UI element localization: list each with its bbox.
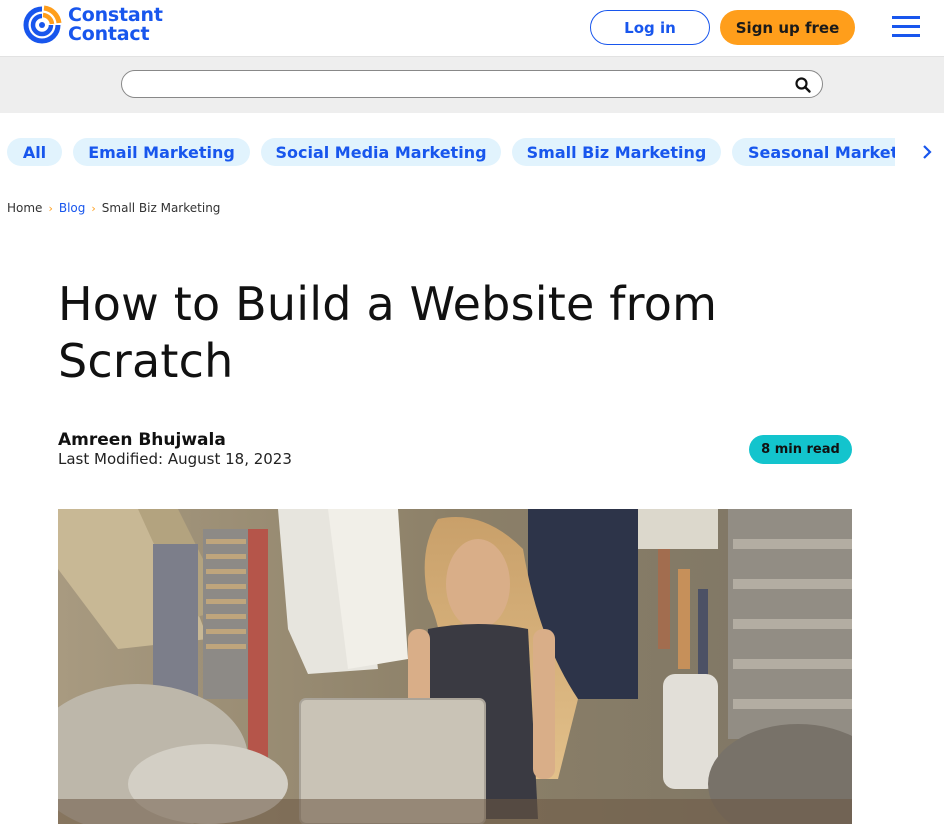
category-nav: All Email Marketing Social Media Marketi…	[0, 138, 944, 166]
category-pill-social-media-marketing[interactable]: Social Media Marketing	[261, 138, 501, 166]
breadcrumb-blog[interactable]: Blog	[59, 201, 86, 215]
breadcrumb-separator-icon: ›	[48, 201, 53, 215]
breadcrumb-separator-icon: ›	[91, 201, 96, 215]
site-header: Constant Contact Log in Sign up free	[0, 0, 944, 57]
hero-image	[58, 509, 852, 824]
category-pill-small-biz-marketing[interactable]: Small Biz Marketing	[512, 138, 721, 166]
read-time-badge: 8 min read	[749, 435, 852, 464]
login-button[interactable]: Log in	[590, 10, 710, 45]
category-pill-seasonal-marketing[interactable]: Seasonal Marketing	[732, 138, 895, 166]
brand-logo[interactable]: Constant Contact	[22, 3, 163, 47]
search-band	[0, 57, 944, 113]
search-icon[interactable]	[794, 76, 812, 94]
category-pill-email-marketing[interactable]: Email Marketing	[73, 138, 250, 166]
breadcrumb-current: Small Biz Marketing	[101, 201, 221, 215]
chevron-right-icon[interactable]	[918, 142, 936, 162]
brand-name: Constant Contact	[68, 6, 163, 44]
breadcrumb-home[interactable]: Home	[7, 201, 42, 215]
menu-bar	[892, 34, 920, 37]
article-title: How to Build a Website from Scratch	[58, 277, 718, 388]
breadcrumb: Home › Blog › Small Biz Marketing	[7, 199, 220, 217]
constant-contact-logo-icon	[23, 5, 62, 44]
search-box[interactable]	[121, 70, 823, 98]
last-modified: Last Modified: August 18, 2023	[58, 450, 292, 468]
category-track: All Email Marketing Social Media Marketi…	[0, 138, 895, 166]
search-input[interactable]	[134, 73, 784, 95]
menu-bar	[892, 25, 920, 28]
menu-bar	[892, 16, 920, 19]
category-pill-all[interactable]: All	[7, 138, 62, 166]
hero-illustration	[58, 509, 852, 824]
hamburger-menu-icon[interactable]	[892, 16, 920, 38]
author-name[interactable]: Amreen Bhujwala	[58, 430, 226, 450]
brand-line-2: Contact	[68, 23, 150, 45]
signup-button[interactable]: Sign up free	[720, 10, 855, 45]
